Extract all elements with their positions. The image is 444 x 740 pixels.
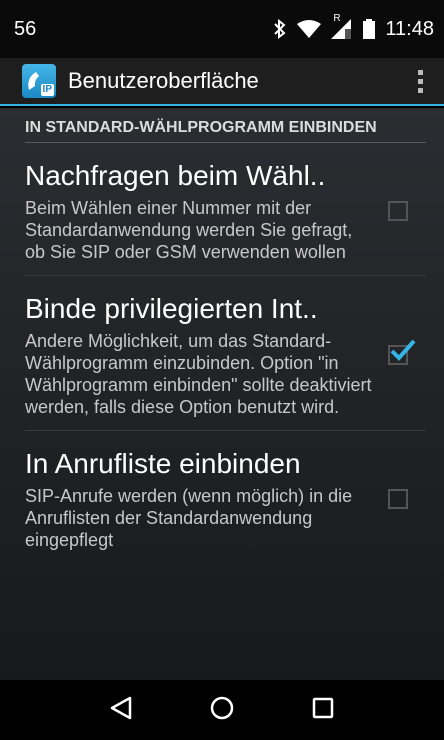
pref-title: In Anrufliste einbinden	[25, 448, 301, 479]
pref-summary: Beim Wählen einer Nummer mit der Standar…	[25, 198, 353, 262]
section-header: IN STANDARD-WÄHLPROGRAMM EINBINDEN	[25, 118, 426, 143]
pref-title: Nachfragen beim Wähl..	[25, 160, 326, 191]
pref-ask-on-dial[interactable]: Nachfragen beim Wähl.. Beim Wählen einer…	[25, 143, 426, 276]
roaming-label: R	[333, 13, 341, 24]
pref-call-log-integration[interactable]: In Anrufliste einbinden SIP-Anrufe werde…	[25, 431, 426, 563]
app-icon[interactable]: IP	[22, 64, 56, 98]
back-icon[interactable]	[108, 695, 134, 726]
pref-checkbox[interactable]	[388, 489, 408, 509]
status-icons: R 11:48	[273, 13, 434, 41]
pref-checkbox[interactable]	[388, 339, 416, 365]
action-bar: IP Benutzeroberfläche	[0, 58, 444, 106]
checkmark-icon	[390, 339, 416, 361]
bluetooth-icon	[273, 19, 287, 39]
page-title: Benutzeroberfläche	[68, 68, 259, 93]
cell-signal-icon: R	[331, 13, 353, 39]
navigation-bar	[0, 680, 444, 740]
wifi-icon	[297, 20, 322, 38]
status-bar: 56 R 11:48	[0, 0, 444, 58]
overflow-menu-icon[interactable]	[408, 69, 432, 93]
app-icon-label: IP	[40, 84, 54, 96]
pref-summary: SIP-Anrufe werden (wenn möglich) in die …	[25, 486, 353, 550]
pref-summary: Andere Möglichkeit, um das Standard-Wähl…	[25, 331, 372, 417]
battery-icon	[363, 19, 376, 39]
pref-privileged-integration[interactable]: Binde privilegierten Int.. Andere Möglic…	[25, 276, 426, 431]
recents-icon[interactable]	[310, 695, 336, 726]
notification-count: 56	[14, 17, 37, 40]
pref-title: Binde privilegierten Int..	[25, 293, 318, 324]
clock: 11:48	[385, 17, 434, 40]
home-icon[interactable]	[209, 695, 235, 726]
preferences-list: IN STANDARD-WÄHLPROGRAMM EINBINDEN Nachf…	[0, 108, 444, 680]
pref-checkbox[interactable]	[388, 201, 408, 221]
